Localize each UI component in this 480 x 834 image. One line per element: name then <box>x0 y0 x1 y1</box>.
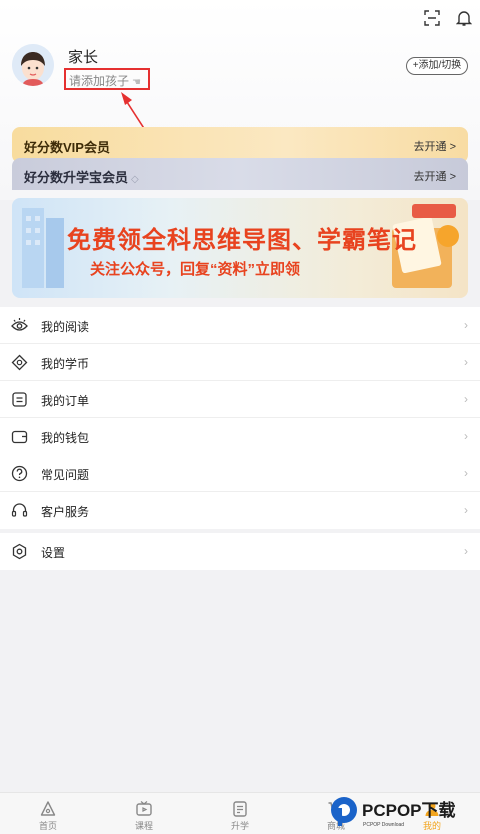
chevron-right-icon: › <box>464 429 468 443</box>
vip-open-link[interactable]: 去开通 > <box>414 138 456 154</box>
headset-icon <box>11 503 28 517</box>
wallet-icon <box>11 430 28 444</box>
menu-item-coins[interactable]: 我的学币 › <box>0 344 480 381</box>
menu-item-settings[interactable]: 设置 › <box>0 533 480 570</box>
menu-item-orders[interactable]: 我的订单 › <box>0 381 480 418</box>
sx-open-link[interactable]: 去开通 > <box>414 168 456 184</box>
menu-item-label: 设置 <box>41 546 66 560</box>
home-icon <box>40 801 56 816</box>
menu-item-label: 我的阅读 <box>41 320 90 334</box>
chevron-right-icon: › <box>464 503 468 517</box>
chevron-right-icon: › <box>464 355 468 369</box>
doc-icon <box>233 801 247 817</box>
diamond-icon: ◇ <box>131 174 139 185</box>
chevron-right-icon: › <box>464 392 468 406</box>
vip-title: 好分数VIP会员 <box>24 140 110 155</box>
watermark-logo: PCPOP下载 PCPOP Download <box>330 794 480 830</box>
tab-admission[interactable]: 升学 <box>192 793 288 834</box>
sx-title: 好分数升学宝会员 <box>24 170 129 185</box>
tab-courses[interactable]: 课程 <box>96 793 192 834</box>
menu-group-account: 我的阅读 › 我的学币 › 我的订单 › 我的钱包 › <box>0 307 480 455</box>
tab-label: 课程 <box>134 821 153 831</box>
settings-icon <box>12 543 27 560</box>
watermark-sub: PCPOP Download <box>363 822 404 828</box>
menu-item-reading[interactable]: 我的阅读 › <box>0 307 480 344</box>
sx-membership-card[interactable]: 好分数升学宝会员 ◇ 去开通 > <box>12 158 468 190</box>
question-icon <box>11 465 28 482</box>
menu-item-label: 常见问题 <box>41 468 90 482</box>
banner-headline: 免费领全科思维导图、学霸笔记 <box>67 227 417 254</box>
eye-icon <box>11 318 28 331</box>
chevron-right-icon: › <box>464 318 468 332</box>
menu-item-label: 我的钱包 <box>41 431 90 445</box>
watermark-brand: PCPOP下载 <box>362 800 456 820</box>
tv-icon <box>136 801 152 816</box>
tab-home[interactable]: 首页 <box>0 793 96 834</box>
menu-group-help: 常见问题 › 客户服务 › <box>0 455 480 529</box>
menu-group-settings: 设置 › <box>0 533 480 570</box>
menu-item-label: 我的订单 <box>41 394 90 408</box>
promo-banner[interactable]: 免费领全科思维导图、学霸笔记 关注公众号，回复“资料”立即领 <box>12 198 468 298</box>
menu-item-support[interactable]: 客户服务 › <box>0 492 480 529</box>
menu-item-label: 客户服务 <box>41 505 90 519</box>
banner-subline: 关注公众号，回复“资料”立即领 <box>90 261 301 278</box>
menu-item-wallet[interactable]: 我的钱包 › <box>0 418 480 455</box>
chevron-right-icon: › <box>464 544 468 558</box>
order-icon <box>12 392 27 407</box>
tab-label: 首页 <box>38 821 57 831</box>
menu-item-label: 我的学币 <box>41 357 90 371</box>
chevron-right-icon: › <box>464 466 468 480</box>
menu-item-faq[interactable]: 常见问题 › <box>0 455 480 492</box>
tab-label: 升学 <box>230 821 249 831</box>
coin-icon <box>11 354 28 371</box>
